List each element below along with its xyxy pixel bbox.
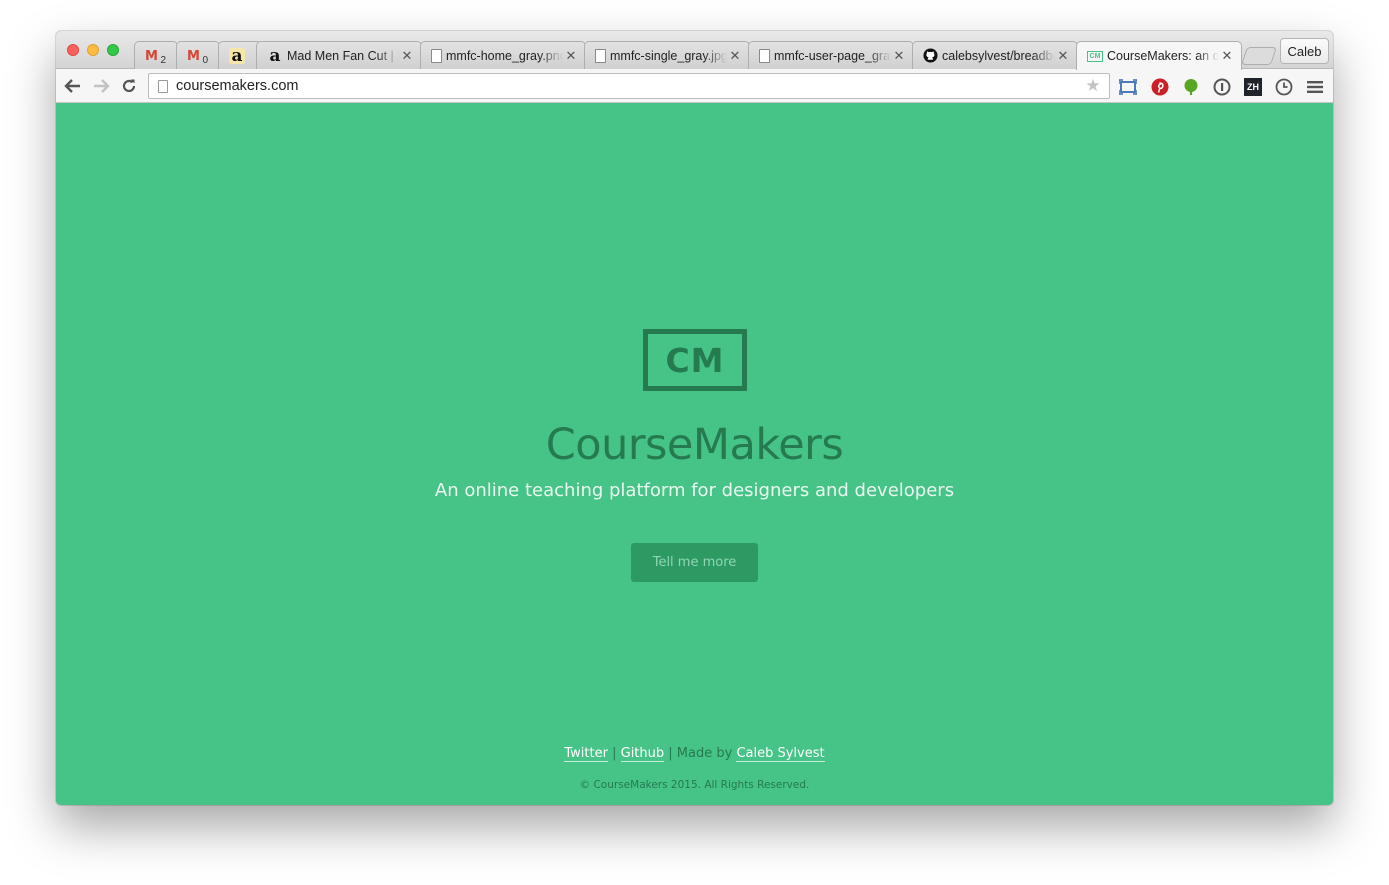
tab-gmail-2[interactable]: M0 bbox=[176, 41, 220, 69]
reload-button[interactable] bbox=[119, 76, 139, 96]
reload-icon bbox=[122, 79, 136, 93]
author-link[interactable]: Caleb Sylvest bbox=[736, 746, 825, 762]
gmail-icon: M2 bbox=[145, 48, 166, 66]
tab-mad-men[interactable]: a Mad Men Fan Cut | U ✕ bbox=[256, 41, 422, 69]
coursemakers-icon: CM bbox=[1087, 50, 1103, 62]
pinterest-icon[interactable] bbox=[1150, 77, 1170, 97]
browser-window: M2 M0 a a Mad Men Fan Cut | U ✕ mmfc-hom… bbox=[56, 31, 1333, 805]
close-icon[interactable]: ✕ bbox=[563, 48, 579, 64]
close-icon[interactable]: ✕ bbox=[727, 48, 743, 64]
tab-title: mmfc-single_gray.jpg bbox=[610, 48, 727, 63]
zh-extension-icon[interactable]: ZH bbox=[1243, 77, 1263, 97]
twitter-link[interactable]: Twitter bbox=[564, 746, 608, 762]
tab-mmfc-home[interactable]: mmfc-home_gray.png ✕ bbox=[420, 41, 586, 69]
close-window-button[interactable] bbox=[67, 44, 79, 56]
arrow-right-icon bbox=[94, 79, 110, 93]
close-icon[interactable]: ✕ bbox=[399, 48, 415, 64]
close-icon[interactable]: ✕ bbox=[1219, 48, 1235, 64]
tab-title: mmfc-home_gray.png bbox=[446, 48, 563, 63]
made-by-text: | Made by bbox=[668, 746, 733, 761]
tab-title: Mad Men Fan Cut | U bbox=[287, 48, 399, 63]
tagline: An online teaching platform for designer… bbox=[434, 480, 955, 501]
tab-mmfc-single[interactable]: mmfc-single_gray.jpg ✕ bbox=[584, 41, 750, 69]
copyright: © CourseMakers 2015. All Rights Reserved… bbox=[579, 779, 810, 791]
screen-capture-extension-icon[interactable] bbox=[1118, 77, 1138, 97]
address-bar[interactable]: coursemakers.com ★ bbox=[148, 73, 1110, 99]
tab-title: mmfc-user-page_gray bbox=[774, 48, 891, 63]
footer-separator: | bbox=[612, 746, 617, 761]
page-content: CM CourseMakers An online teaching platf… bbox=[56, 104, 1333, 805]
logo-text: CM bbox=[665, 340, 725, 380]
profile-button[interactable]: Caleb bbox=[1280, 38, 1329, 64]
hamburger-menu-icon[interactable] bbox=[1305, 77, 1325, 97]
clock-icon[interactable] bbox=[1274, 77, 1294, 97]
tab-mmfc-user-page[interactable]: mmfc-user-page_gray ✕ bbox=[748, 41, 914, 69]
evernote-icon[interactable] bbox=[1181, 77, 1201, 97]
amazon-icon: a bbox=[229, 47, 245, 64]
url-text: coursemakers.com bbox=[176, 78, 299, 94]
new-tab-button[interactable] bbox=[1241, 47, 1277, 65]
tab-gmail-1[interactable]: M2 bbox=[134, 41, 178, 69]
tell-me-more-button[interactable]: Tell me more bbox=[631, 543, 758, 582]
gmail-icon: M0 bbox=[187, 48, 208, 66]
forward-button[interactable] bbox=[91, 76, 111, 96]
page-icon bbox=[158, 79, 168, 93]
document-icon bbox=[595, 48, 606, 63]
tab-github[interactable]: calebsylvest/breadbo ✕ bbox=[912, 41, 1078, 69]
github-icon bbox=[923, 48, 938, 63]
1password-icon[interactable] bbox=[1212, 77, 1232, 97]
arrow-left-icon bbox=[64, 79, 80, 93]
close-icon[interactable]: ✕ bbox=[1055, 48, 1071, 64]
minimize-window-button[interactable] bbox=[87, 44, 99, 56]
bookmark-star-icon[interactable]: ★ bbox=[1083, 76, 1103, 96]
tab-coursemakers[interactable]: CM CourseMakers: an on ✕ bbox=[1076, 41, 1242, 70]
tab-title: calebsylvest/breadbo bbox=[942, 48, 1055, 63]
document-icon bbox=[431, 48, 442, 63]
document-icon bbox=[759, 48, 770, 63]
back-button[interactable] bbox=[63, 76, 83, 96]
github-link[interactable]: Github bbox=[620, 746, 665, 762]
page-title: CourseMakers bbox=[545, 420, 844, 470]
close-icon[interactable]: ✕ bbox=[891, 48, 907, 64]
amazon-icon: a bbox=[269, 45, 281, 66]
footer-links: Twitter | Github | Made by Caleb Sylvest bbox=[56, 746, 1333, 762]
coursemakers-logo: CM bbox=[643, 329, 747, 391]
browser-toolbar: coursemakers.com ★ ZH bbox=[56, 69, 1333, 103]
zoom-window-button[interactable] bbox=[107, 44, 119, 56]
tab-title: CourseMakers: an on bbox=[1107, 49, 1219, 63]
tab-strip: M2 M0 a a Mad Men Fan Cut | U ✕ mmfc-hom… bbox=[56, 31, 1333, 70]
